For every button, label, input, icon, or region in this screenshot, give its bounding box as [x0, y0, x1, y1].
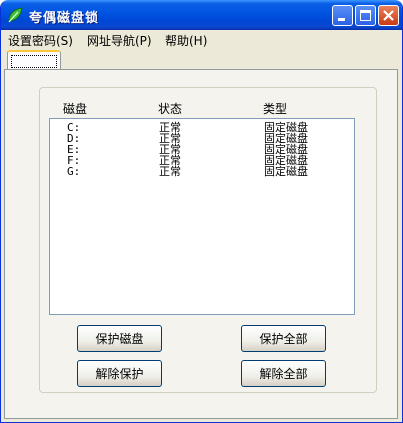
drive-status: 正常 — [159, 165, 181, 178]
protect-all-button[interactable]: 保护全部 — [241, 325, 326, 352]
menu-bar: 设置密码(S) 网址导航(P) 帮助(H) — [1, 30, 402, 48]
close-icon — [383, 10, 394, 21]
unprotect-button[interactable]: 解除保护 — [77, 360, 162, 387]
column-header-disk: 磁盘 — [63, 102, 88, 116]
maximize-icon — [360, 10, 371, 21]
column-header-status: 状态 — [158, 102, 183, 116]
title-bar[interactable]: 夸偶磁盘锁 — [1, 0, 402, 30]
menu-set-password[interactable]: 设置密码(S) — [8, 32, 73, 49]
tab-strip — [4, 48, 399, 70]
disk-list[interactable]: C: 正常 固定磁盘 D: 正常 固定磁盘 E: 正常 固定磁盘 F: 正常 固… — [49, 118, 355, 315]
window-title: 夸偶磁盘锁 — [29, 11, 100, 26]
drive-letter: G: — [67, 165, 81, 178]
close-button[interactable] — [378, 5, 399, 26]
menu-url-navigation[interactable]: 网址导航(P) — [87, 32, 152, 49]
drive-type: 固定磁盘 — [264, 165, 308, 178]
maximize-button[interactable] — [355, 5, 376, 26]
menu-help[interactable]: 帮助(H) — [165, 32, 207, 49]
tab-main[interactable] — [7, 50, 61, 69]
minimize-button[interactable] — [332, 5, 353, 26]
minimize-icon — [338, 18, 345, 21]
leaf-icon — [6, 6, 24, 24]
list-item[interactable]: G: 正常 固定磁盘 — [50, 165, 350, 178]
unprotect-all-button[interactable]: 解除全部 — [241, 360, 326, 387]
protect-disk-button[interactable]: 保护磁盘 — [77, 325, 162, 352]
tab-focus-rect — [11, 55, 57, 68]
main-window: 夸偶磁盘锁 设置密码(S) 网址导航(P) 帮助(H) 磁盘 状态 类型 C: … — [0, 0, 403, 423]
column-header-type: 类型 — [263, 102, 288, 116]
